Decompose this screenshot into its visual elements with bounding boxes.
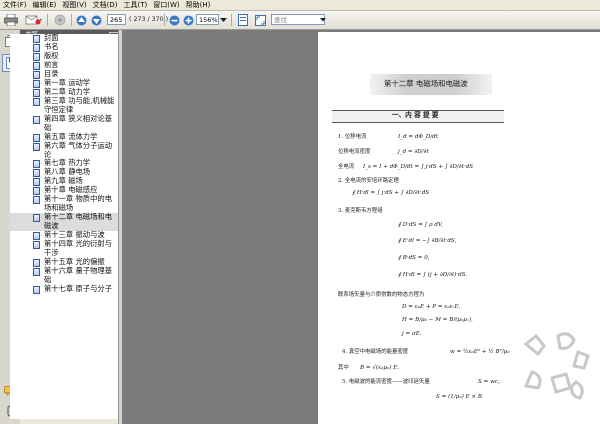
- search-dropdown-icon[interactable]: [319, 13, 327, 27]
- bookmark-icon: [33, 142, 40, 151]
- bookmark-icon: [33, 258, 40, 267]
- item-displacement-density: 位移电流密度: [338, 149, 371, 155]
- item-displacement-current: 1. 位移电流: [338, 134, 367, 140]
- item-total-current: 全电流: [338, 164, 355, 170]
- bookmark-icon: [33, 267, 40, 276]
- bookmark-item[interactable]: 第十六章 量子物理基础: [10, 265, 118, 285]
- bookmark-icon: [33, 285, 40, 294]
- bookmark-item[interactable]: 书名: [10, 42, 118, 52]
- menu-file[interactable]: 文件(F): [0, 0, 30, 10]
- toolbar-separator: [231, 14, 232, 26]
- full-screen-icon[interactable]: [253, 13, 267, 27]
- bookmark-icon: [33, 71, 40, 79]
- bookmark-icon: [33, 98, 40, 106]
- eq-energy: w = ½ε₀E² + ½ B²/μ₀: [450, 349, 510, 355]
- page-count-label: ( 273 / 370 ): [129, 16, 169, 23]
- eq-maxwell-4: ∮ H·dl = ∫ (j + ∂D/∂t)·dS.: [398, 272, 468, 278]
- zoom-in-icon[interactable]: [182, 13, 195, 27]
- section-title: 一、内 容 提 要: [392, 111, 439, 119]
- bookmark-icon: [33, 62, 40, 70]
- bookmark-item[interactable]: 第四章 狭义相对论基础: [10, 113, 118, 133]
- eq-total-current: I_s = I + dΦ_D/dt = ∫ j·dS + ∫ ∂D/∂t·dS: [363, 164, 474, 170]
- bookmark-icon: [33, 89, 40, 97]
- bookmark-icon: [33, 53, 40, 61]
- bookmark-item[interactable]: 第十一章 物质中的电场和磁场: [10, 195, 118, 213]
- bookmark-icon: [33, 187, 40, 196]
- toolbar-separator: [47, 14, 48, 26]
- bookmark-icon: [33, 178, 40, 187]
- next-page-icon[interactable]: [90, 13, 103, 27]
- bookmark-label: 第十七章 原子与分子: [44, 283, 112, 293]
- item-energy-density: 4. 真空中电磁场的能量密度: [342, 349, 409, 355]
- item-constitutive: 联系场矢量与介质常数的物态方程为: [338, 292, 425, 298]
- eq-where: B = √(ε₀μ₀) E.: [360, 365, 400, 371]
- eq-poynting-1: S = wc,: [478, 379, 500, 385]
- bookmark-item[interactable]: 第六章 气体分子运动论: [10, 140, 118, 160]
- bookmark-label: 第十四章 光的衍射与干涉: [44, 239, 112, 257]
- chapter-title: 第十二章 电磁场和电磁波: [384, 79, 468, 88]
- bookmark-item[interactable]: 版权: [10, 51, 118, 61]
- menu-document[interactable]: 文档(D): [90, 0, 121, 10]
- eq-const-1: D = ε₀E + P = ε₀εᵣE,: [402, 304, 461, 310]
- previous-page-icon[interactable]: [75, 13, 88, 27]
- bookmark-icon: [33, 241, 40, 250]
- bookmark-item[interactable]: 封面: [10, 34, 118, 43]
- bookmark-icon: [33, 35, 40, 43]
- email-icon[interactable]: [24, 13, 44, 27]
- bookmark-item[interactable]: 第十二章 电磁场和电磁波: [10, 212, 118, 232]
- bookmark-label: 第四章 狭义相对论基础: [44, 113, 112, 132]
- item-ampere-law: 2. 全电流的安培环路定理: [338, 178, 399, 184]
- toolbar: 265 ( 273 / 370 ) 156% 查找: [0, 11, 600, 30]
- item-poynting: 5. 电磁波的能流密度——波印廷矢量: [342, 379, 430, 385]
- eq-poynting-2: S = (1/μ₀) E × B: [436, 394, 482, 400]
- bookmark-item[interactable]: 第十四章 光的衍射与干涉: [10, 239, 118, 258]
- menu-window[interactable]: 窗口(W): [150, 0, 182, 10]
- menu-view[interactable]: 视图(V): [59, 0, 89, 10]
- bookmark-icon: [33, 196, 40, 205]
- bookmark-item[interactable]: 第十七章 原子与分子: [10, 283, 118, 294]
- eq-maxwell-1: ∮ D·dS = ∫ ρ dV,: [398, 222, 443, 228]
- toolbar-separator: [164, 14, 165, 26]
- menu-help[interactable]: 帮助(H): [183, 0, 214, 10]
- bookmark-icon: [33, 115, 40, 124]
- page-number-input[interactable]: 265: [107, 14, 126, 25]
- bookmark-label: 第十二章 电磁场和电磁波: [44, 212, 112, 231]
- bookmark-icon: [33, 44, 40, 52]
- eq-displacement-current: I_d = dΦ_D/dt: [398, 134, 438, 140]
- bookmark-item[interactable]: 前言: [10, 60, 118, 70]
- eq-displacement-density: j_d = ∂D/∂t: [398, 149, 429, 155]
- menu-edit[interactable]: 编辑(E): [30, 0, 60, 10]
- bookmark-icon: [33, 169, 40, 178]
- bookmark-icon: [33, 160, 40, 169]
- eq-const-3: j = σE.: [402, 331, 422, 337]
- bookmark-list: 封面 书名 版权 前言 目录 第一章 运动学 第二章 动力学 第三章 功与能,机械能守恒定律第…: [10, 34, 118, 419]
- eq-maxwell-2: ∮ E·dl = −∫ ∂B/∂t·dS,: [398, 238, 457, 244]
- menu-bar: 文件(F) 编辑(E) 视图(V) 文档(D) 工具(T) 窗口(W) 帮助(H…: [0, 0, 600, 11]
- eq-maxwell-3: ∮ B·dS = 0,: [398, 255, 430, 261]
- bookmark-icon: [33, 232, 40, 241]
- zoom-out-icon[interactable]: [168, 13, 181, 27]
- hand-tool-icon[interactable]: [52, 13, 68, 27]
- menu-tools[interactable]: 工具(T): [121, 0, 151, 10]
- search-input[interactable]: 查找: [271, 14, 325, 25]
- bookmark-icon: [33, 133, 40, 142]
- toolbar-separator: [71, 14, 72, 26]
- bookmark-label: 第十一章 物质中的电场和磁场: [44, 194, 112, 213]
- eq-ampere-law: ∮ H·dl = ∫ j·dS + ∫ ∂D/∂t·dS: [352, 190, 430, 196]
- item-maxwell: 3. 麦克斯韦方程组: [338, 208, 383, 214]
- bookmark-label: 第六章 气体分子运动论: [44, 140, 112, 159]
- bookmark-icon: [33, 214, 40, 223]
- zoom-dropdown-icon[interactable]: [219, 13, 228, 27]
- bookmark-label: 第三章 功与能,机械能守恒定律: [44, 96, 115, 114]
- bookmark-icon: [33, 80, 40, 88]
- zoom-level-input[interactable]: 156%: [196, 14, 219, 25]
- item-where: 其中: [338, 365, 349, 371]
- document-page: 第十二章 电磁场和电磁波 一、内 容 提 要 1. 位移电流 I_d = dΦ_…: [318, 32, 600, 424]
- seal-stamp: [523, 332, 590, 400]
- bookmark-label: 第十六章 量子物理基础: [44, 265, 112, 284]
- bookmark-item[interactable]: 第三章 功与能,机械能守恒定律: [10, 96, 118, 115]
- fit-page-icon[interactable]: [236, 13, 250, 27]
- print-icon[interactable]: [3, 13, 19, 27]
- eq-const-2: H = B/μ₀ − M = B/(μ₀μᵣ),: [402, 317, 473, 323]
